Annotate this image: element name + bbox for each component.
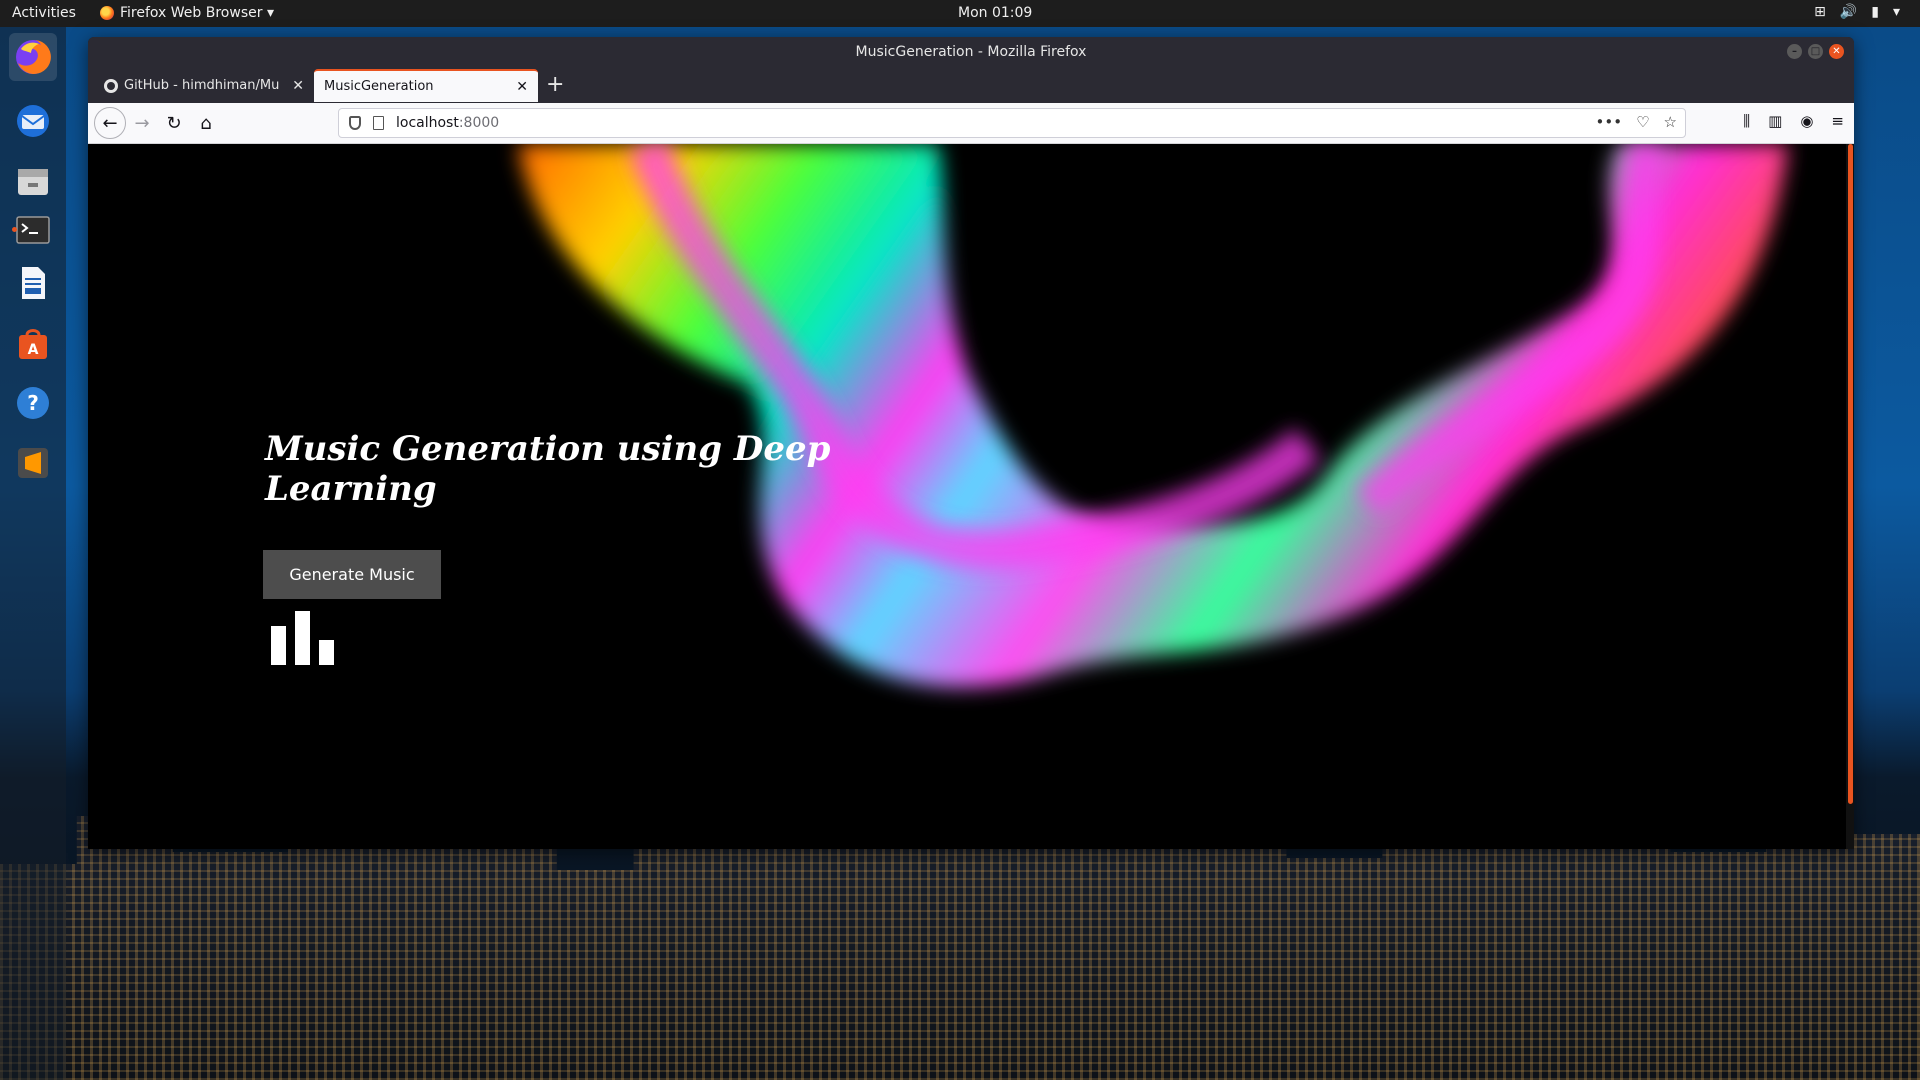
- firefox-window: MusicGeneration - Mozilla Firefox – □ ✕ …: [88, 37, 1854, 849]
- visualizer-bar: [295, 611, 310, 665]
- tab-label: MusicGeneration: [324, 79, 434, 94]
- svg-text:A: A: [28, 342, 39, 358]
- page-title: Music Generation using Deep Learning: [265, 429, 831, 509]
- page-info-icon[interactable]: [373, 116, 384, 130]
- window-controls: – □ ✕: [1787, 44, 1844, 59]
- minimize-button[interactable]: –: [1787, 44, 1802, 59]
- toolbar-right: ⫼ ▥ ◉ ≡: [1743, 112, 1844, 130]
- dock-terminal[interactable]: [9, 205, 57, 253]
- tracking-shield-icon[interactable]: [349, 116, 361, 130]
- library-icon[interactable]: ⫼: [1743, 112, 1750, 130]
- tab-github[interactable]: GitHub - himdhiman/Mu ✕: [94, 69, 314, 102]
- clock[interactable]: Mon 01:09: [958, 5, 1032, 21]
- github-icon: [104, 78, 118, 93]
- terminal-icon: [16, 216, 50, 244]
- visualizer-bar: [271, 626, 286, 665]
- audio-visualizer: [271, 611, 334, 665]
- activities-button[interactable]: Activities: [12, 5, 76, 21]
- reload-button[interactable]: ↻: [160, 109, 188, 137]
- nav-toolbar: ← → ↻ ⌂ localhost:8000 ••• ♡ ☆ ⫼ ▥ ◉ ≡: [88, 103, 1854, 144]
- sidebar-icon[interactable]: ▥: [1768, 112, 1782, 130]
- url-bar[interactable]: localhost:8000 ••• ♡ ☆: [338, 108, 1686, 138]
- help-icon: ?: [17, 387, 49, 419]
- page-content: Music Generation using Deep Learning Gen…: [88, 144, 1854, 849]
- dock-sublime[interactable]: [9, 439, 57, 487]
- software-store-icon: A: [19, 329, 47, 359]
- url-actions: ••• ♡ ☆: [1596, 113, 1677, 131]
- dock-help[interactable]: ?: [9, 379, 57, 427]
- firefox-icon: [100, 6, 114, 20]
- new-tab-button[interactable]: +: [546, 72, 564, 97]
- dock: A ?: [0, 27, 66, 1080]
- dock-thunderbird[interactable]: [9, 97, 57, 145]
- page-actions-button[interactable]: •••: [1596, 113, 1623, 131]
- tab-label: GitHub - himdhiman/Mu: [124, 78, 280, 93]
- chevron-down-icon[interactable]: ▾: [1893, 4, 1900, 20]
- dock-firefox[interactable]: [9, 33, 57, 81]
- visualizer-bar: [319, 640, 334, 665]
- dock-files[interactable]: [9, 157, 57, 205]
- dock-writer[interactable]: [9, 259, 57, 307]
- document-writer-icon: [22, 267, 45, 299]
- generate-music-button[interactable]: Generate Music: [263, 550, 441, 599]
- url-port: :8000: [458, 115, 500, 131]
- app-menu-label: Firefox Web Browser ▾: [120, 5, 274, 21]
- thunderbird-icon: [17, 105, 49, 137]
- pocket-icon[interactable]: ♡: [1636, 113, 1649, 131]
- window-titlebar[interactable]: MusicGeneration - Mozilla Firefox – □ ✕: [88, 37, 1854, 67]
- tab-musicgeneration[interactable]: MusicGeneration ✕: [314, 69, 538, 102]
- top-bar: Activities Firefox Web Browser ▾ Mon 01:…: [0, 0, 1920, 27]
- page-scrollbar[interactable]: [1846, 144, 1854, 849]
- back-button[interactable]: ←: [94, 107, 126, 139]
- home-button[interactable]: ⌂: [192, 109, 220, 137]
- window-title: MusicGeneration - Mozilla Firefox: [855, 44, 1087, 60]
- firefox-icon: [16, 39, 51, 74]
- network-icon[interactable]: ⊞: [1814, 4, 1826, 20]
- files-icon: [18, 169, 48, 195]
- bookmark-star-icon[interactable]: ☆: [1664, 113, 1677, 131]
- tab-strip: GitHub - himdhiman/Mu ✕ MusicGeneration …: [88, 67, 1854, 103]
- dock-software[interactable]: A: [9, 319, 57, 367]
- scrollbar-thumb[interactable]: [1848, 144, 1853, 804]
- url-host: localhost: [396, 115, 459, 131]
- forward-button[interactable]: →: [128, 109, 156, 137]
- running-indicator: [12, 227, 17, 232]
- hamburger-menu-icon[interactable]: ≡: [1831, 112, 1844, 130]
- app-menu[interactable]: Firefox Web Browser ▾: [100, 5, 274, 21]
- close-window-button[interactable]: ✕: [1829, 44, 1844, 59]
- volume-icon[interactable]: 🔊: [1840, 4, 1857, 20]
- sublime-text-icon: [18, 448, 48, 478]
- tab-close-button[interactable]: ✕: [516, 79, 528, 95]
- tab-close-button[interactable]: ✕: [292, 78, 304, 94]
- battery-icon[interactable]: ▮: [1871, 4, 1879, 20]
- system-tray[interactable]: ⊞ 🔊 ▮ ▾: [1814, 4, 1900, 20]
- account-icon[interactable]: ◉: [1800, 112, 1813, 130]
- svg-text:?: ?: [27, 391, 39, 415]
- maximize-button[interactable]: □: [1808, 44, 1823, 59]
